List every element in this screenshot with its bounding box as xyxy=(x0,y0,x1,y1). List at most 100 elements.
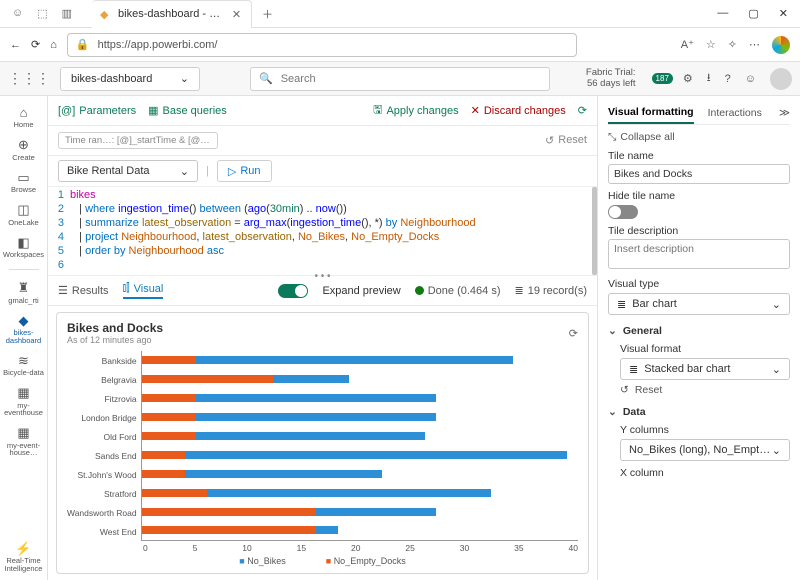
stacked-bar-icon: ≣ xyxy=(629,363,638,376)
rail-create[interactable]: ⊕Create xyxy=(2,135,46,164)
fabric-trial-label: Fabric Trial: 56 days left xyxy=(586,68,636,89)
tile-name-input[interactable] xyxy=(608,164,790,184)
tab-title: bikes-dashboard - Real-Time Int… xyxy=(118,8,226,20)
visual-type-dropdown[interactable]: ≣Bar chart⌄ xyxy=(608,293,790,315)
search-icon: 🔍 xyxy=(259,72,273,85)
browser-tab[interactable]: ◆ bikes-dashboard - Real-Time Int… ✕ xyxy=(92,0,252,28)
tab-interactions[interactable]: Interactions xyxy=(708,103,762,123)
rail-eventhouse1[interactable]: ▦my-eventhouse xyxy=(2,383,46,419)
address-field[interactable]: 🔒 https://app.powerbi.com/ xyxy=(67,33,577,57)
time-range-chip[interactable]: Time ran…: [@]_startTime & [@]_endT… xyxy=(58,132,218,149)
chevron-down-icon: ⌄ xyxy=(608,406,617,418)
lock-icon: 🔒 xyxy=(76,38,90,51)
chart-card: Bikes and Docks As of 12 minutes ago ⟳ B… xyxy=(56,312,589,574)
help-icon[interactable]: ? xyxy=(725,73,731,85)
expand-preview-label: Expand preview xyxy=(322,285,400,297)
more-icon[interactable]: ⋯ xyxy=(749,38,760,51)
cube-icon[interactable]: ⬚ xyxy=(37,7,47,20)
feedback-icon[interactable]: ☺ xyxy=(745,73,756,85)
discard-changes-button[interactable]: ✕Discard changes xyxy=(471,104,566,117)
run-button[interactable]: ▷Run xyxy=(217,160,272,182)
ycol-dropdown[interactable]: No_Bikes (long), No_Empty_Docks…⌄ xyxy=(620,439,790,461)
visual-format-label: Visual format xyxy=(608,343,790,355)
rail-onelake[interactable]: ◫OneLake xyxy=(2,200,46,229)
tab-visual-formatting[interactable]: Visual formatting xyxy=(608,102,694,124)
section-data[interactable]: ⌄Data xyxy=(608,406,790,418)
refresh-button[interactable]: ⟳ xyxy=(578,104,587,117)
tile-name-label: Tile name xyxy=(608,150,790,162)
dataset-dropdown[interactable]: Bike Rental Data ⌄ xyxy=(58,160,198,182)
collections-icon[interactable]: ✧ xyxy=(728,38,737,51)
visual-type-label: Visual type xyxy=(608,278,790,290)
refresh-chart-icon[interactable]: ⟳ xyxy=(569,327,578,340)
copilot-icon[interactable] xyxy=(772,36,790,54)
collapse-all-button[interactable]: ⤡Collapse all xyxy=(608,131,790,144)
home-button[interactable]: ⌂ xyxy=(50,39,57,51)
close-tab-icon[interactable]: ✕ xyxy=(232,8,241,21)
eventhouse-icon: ▦ xyxy=(16,385,32,401)
content: [@]Parameters ▦Base queries 🖫Apply chang… xyxy=(48,96,597,580)
table-icon: ☰ xyxy=(58,284,68,297)
editor-scrollbar[interactable] xyxy=(592,187,597,275)
refresh-button[interactable]: ⟳ xyxy=(31,38,40,51)
apply-changes-button[interactable]: 🖫Apply changes xyxy=(373,101,459,120)
search-placeholder: Search xyxy=(281,73,316,85)
record-count: ≣19 record(s) xyxy=(514,284,587,297)
avatar[interactable] xyxy=(770,68,792,90)
tile-desc-input[interactable] xyxy=(608,239,790,269)
download-icon[interactable]: ⭳ xyxy=(707,69,711,88)
rail-workspaces[interactable]: ◧Workspaces xyxy=(2,232,46,261)
workspace-dropdown[interactable]: bikes-dashboard ⌄ xyxy=(60,67,200,91)
chevron-down-icon: ⌄ xyxy=(180,72,189,85)
section-general[interactable]: ⌄General xyxy=(608,325,790,337)
toolbar-query: Bike Rental Data⌄ | ▷Run xyxy=(48,156,597,186)
bar-chart-icon: ≣ xyxy=(617,298,626,311)
back-button[interactable]: ← xyxy=(10,39,21,51)
expand-pane-icon[interactable]: ≫ xyxy=(779,107,790,119)
rail-home[interactable]: ⌂Home xyxy=(2,102,46,131)
folder-icon: ▭ xyxy=(16,169,32,185)
maximize-button[interactable]: ▢ xyxy=(748,7,758,20)
read-aloud-icon[interactable]: A⁺ xyxy=(681,38,694,51)
chevron-down-icon: ⌄ xyxy=(180,165,189,178)
drag-handle-icon[interactable]: • • • xyxy=(314,271,330,282)
workspaces-icon: ◧ xyxy=(16,234,32,250)
close-window-button[interactable]: ✕ xyxy=(779,7,788,20)
settings-icon[interactable]: ⚙ xyxy=(683,72,693,85)
rail-rti[interactable]: ⚡Real-Time Intelligence xyxy=(2,538,46,574)
rail-browse[interactable]: ▭Browse xyxy=(2,167,46,196)
rail-bikes-dashboard[interactable]: ◆bikes-dashboard xyxy=(2,310,46,346)
reset-format-button[interactable]: ↺Reset xyxy=(608,384,790,396)
new-tab-button[interactable]: ＋ xyxy=(252,6,283,22)
base-queries-button[interactable]: ▦Base queries xyxy=(148,104,227,117)
undo-icon: ↺ xyxy=(620,384,629,396)
personal-icon[interactable]: ☺ xyxy=(12,7,23,20)
close-icon: ✕ xyxy=(471,104,480,117)
home-icon: ⌂ xyxy=(16,104,32,120)
query-editor[interactable]: 123456 bikes | where ingestion_time() be… xyxy=(48,186,597,276)
x-axis-labels: 0510152025303540 xyxy=(67,541,578,553)
hide-tile-toggle[interactable] xyxy=(608,205,638,219)
dataset-name: Bike Rental Data xyxy=(67,165,150,177)
parameters-icon: [@] xyxy=(58,105,75,117)
visual-format-dropdown[interactable]: ≣Stacked bar chart⌄ xyxy=(620,358,790,380)
tab-favicon-icon: ◆ xyxy=(100,8,112,20)
parameters-button[interactable]: [@]Parameters xyxy=(58,105,136,117)
rail-gmalc[interactable]: ♜gmalc_rti xyxy=(2,278,46,307)
rail-eventhouse2[interactable]: ▦my-event-house… xyxy=(2,423,46,459)
search-input[interactable]: 🔍 Search xyxy=(250,67,550,91)
url-bar: ← ⟳ ⌂ 🔒 https://app.powerbi.com/ A⁺ ☆ ✧ … xyxy=(0,28,800,62)
bolt-icon: ⚡ xyxy=(16,540,32,556)
app-launcher-icon[interactable]: ⋮⋮⋮ xyxy=(8,70,50,87)
chevron-down-icon: ⌄ xyxy=(772,444,781,457)
ycol-label: Y columns xyxy=(608,424,790,436)
tabs-icon[interactable]: ▥ xyxy=(62,7,72,20)
minimize-button[interactable]: — xyxy=(717,7,728,20)
tab-visual[interactable]: ⫾⫿Visual xyxy=(123,282,164,299)
reset-button[interactable]: ↺Reset xyxy=(545,134,587,147)
chart-bars xyxy=(141,351,578,541)
tab-results[interactable]: ☰Results xyxy=(58,284,109,297)
expand-preview-toggle[interactable] xyxy=(278,284,308,298)
favorite-icon[interactable]: ☆ xyxy=(706,38,716,51)
rail-bicycle-data[interactable]: ≋Bicycle-data xyxy=(2,350,46,379)
